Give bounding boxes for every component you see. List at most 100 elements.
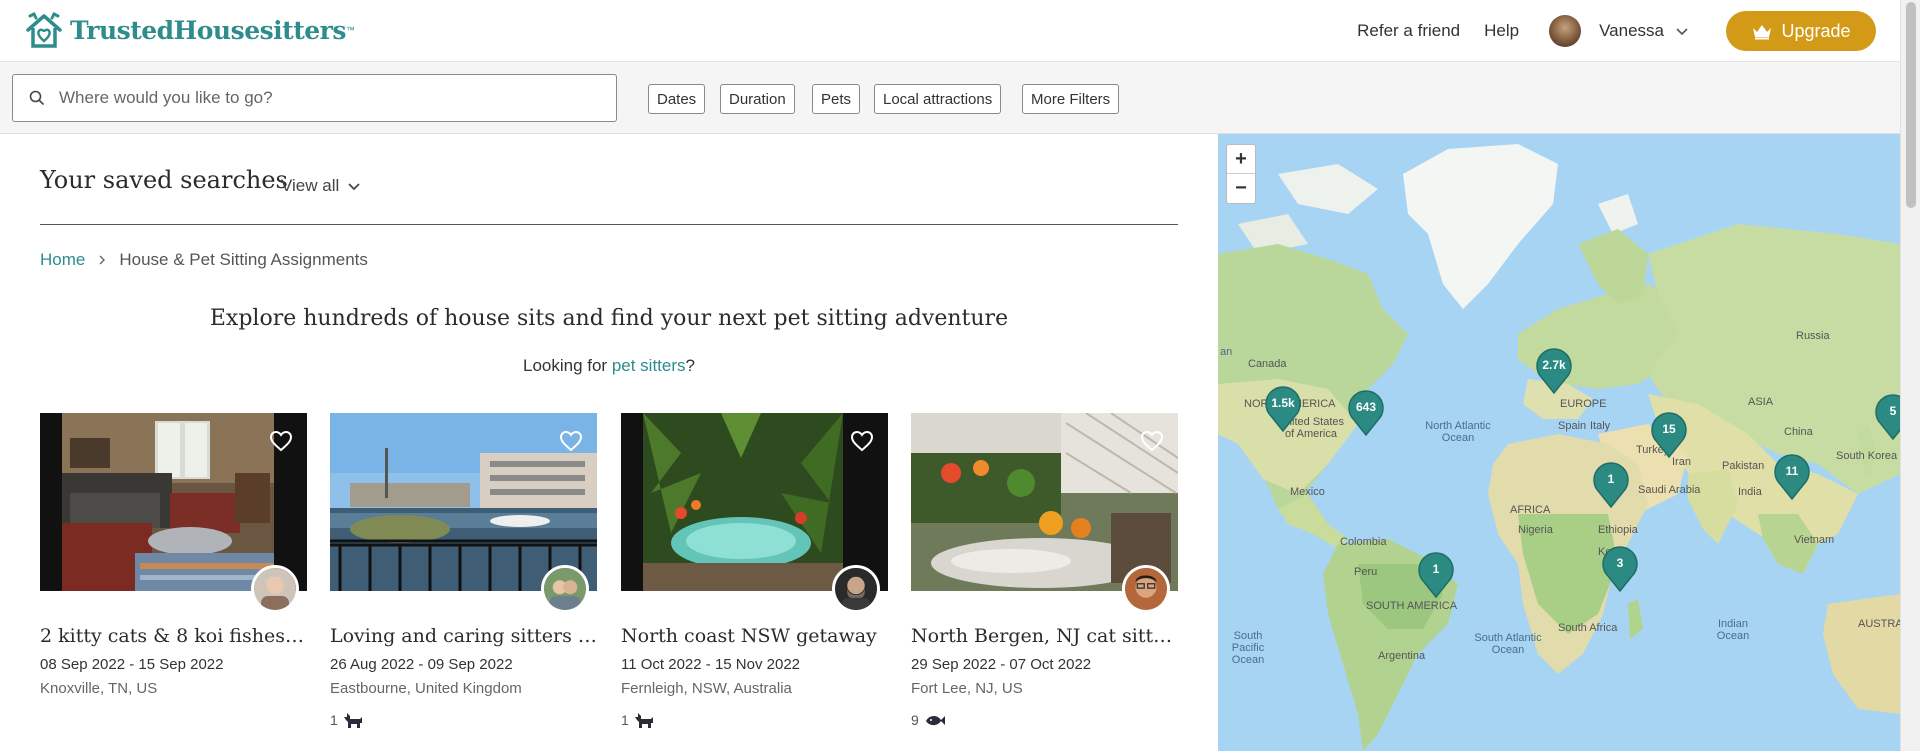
map-cluster-pin[interactable]: 1 xyxy=(1592,462,1630,509)
listing-card[interactable]: North Bergen, NJ cat sitter ... 29 Sep 2… xyxy=(911,412,1179,729)
listing-location: Fernleigh, NSW, Australia xyxy=(621,680,792,697)
view-all-button[interactable]: View all xyxy=(281,176,361,196)
pet-count: 1 xyxy=(621,711,888,729)
ocean-label: South Pacific Ocean xyxy=(1231,630,1265,666)
map-label: Mexico xyxy=(1290,486,1325,498)
cluster-count: 2.7k xyxy=(1542,358,1566,372)
cluster-count: 11 xyxy=(1785,464,1799,478)
map-cluster-pin[interactable]: 1 xyxy=(1417,552,1455,599)
view-all-label: View all xyxy=(281,176,340,195)
scrollbar-thumb[interactable] xyxy=(1906,2,1916,208)
pet-count: 9 xyxy=(911,711,1178,729)
listing-photo[interactable] xyxy=(330,413,597,613)
heart-icon[interactable] xyxy=(559,429,583,453)
heart-icon[interactable] xyxy=(1140,429,1164,453)
map-label: India xyxy=(1738,486,1762,498)
map-cluster-pin[interactable]: 1.5k xyxy=(1264,386,1302,433)
page-scrollbar[interactable] xyxy=(1900,0,1920,751)
refer-friend-link[interactable]: Refer a friend xyxy=(1357,21,1460,41)
listing-location: Knoxville, TN, US xyxy=(40,680,158,697)
filter-more[interactable]: More Filters xyxy=(1022,84,1120,114)
listing-dates: 08 Sep 2022 - 15 Sep 2022 xyxy=(40,656,224,673)
cluster-count: 1 xyxy=(1607,472,1615,486)
chevron-right-icon xyxy=(99,255,106,265)
map-label: AFRICA xyxy=(1510,504,1551,516)
map-cluster-pin[interactable]: 2.7k xyxy=(1535,348,1573,395)
filter-pets[interactable]: Pets xyxy=(812,84,861,114)
header-nav: Refer a friend Help Vanessa Upgrade xyxy=(1357,0,1900,62)
logo[interactable]: TrustedHousesitters ™ xyxy=(24,10,355,50)
upgrade-button[interactable]: Upgrade xyxy=(1726,11,1876,51)
listing-dates: 11 Oct 2022 - 15 Nov 2022 xyxy=(621,656,801,673)
map-label: Canada xyxy=(1248,358,1287,370)
pet-count-value: 1 xyxy=(621,712,629,728)
pet-sitters-link[interactable]: pet sitters xyxy=(612,356,686,375)
pet-count: 1 xyxy=(330,711,597,729)
fish-icon xyxy=(925,715,945,726)
map-cluster-pin[interactable]: 15 xyxy=(1650,412,1688,459)
pool-garden-photo xyxy=(621,413,888,591)
listing-card[interactable]: North coast NSW getaway 11 Oct 2022 - 15… xyxy=(621,413,888,729)
zoom-in-button[interactable]: + xyxy=(1227,145,1255,174)
map-label: South Korea xyxy=(1836,450,1898,462)
ocean-label: South Atlantic Ocean xyxy=(1474,632,1542,656)
filter-dates[interactable]: Dates xyxy=(648,84,706,114)
logo-text: TrustedHousesitters xyxy=(70,15,346,45)
cluster-count: 643 xyxy=(1355,400,1377,414)
looking-suffix: ? xyxy=(685,356,695,375)
host-avatar xyxy=(1122,565,1170,613)
help-link[interactable]: Help xyxy=(1484,21,1519,41)
page-headline: Explore hundreds of house sits and find … xyxy=(209,306,1009,331)
map-cluster-pin[interactable]: 5 xyxy=(1874,394,1900,441)
map-label: Vietnam xyxy=(1794,534,1835,546)
search-box[interactable] xyxy=(12,74,617,122)
map-label: Italy xyxy=(1590,420,1611,432)
listing-photo[interactable] xyxy=(621,413,888,613)
living-room-photo xyxy=(40,413,307,591)
filter-local-attractions[interactable]: Local attractions xyxy=(874,84,1002,114)
pet-count-value: 9 xyxy=(911,712,919,728)
host-avatar xyxy=(251,565,299,613)
map-label: Russia xyxy=(1796,330,1830,342)
map-label: Spain xyxy=(1558,420,1587,432)
heart-icon[interactable] xyxy=(269,429,293,453)
world-map xyxy=(1218,144,1900,751)
map-label: South Africa xyxy=(1558,622,1618,634)
map-label: Nigeria xyxy=(1518,524,1553,536)
map-cluster-pin[interactable]: 11 xyxy=(1773,454,1811,501)
listing-dates: 29 Sep 2022 - 07 Oct 2022 xyxy=(911,656,1092,673)
search-input[interactable] xyxy=(59,88,579,108)
listing-dates: 26 Aug 2022 - 09 Sep 2022 xyxy=(330,656,513,673)
dog-icon xyxy=(343,713,362,728)
map-cluster-pin[interactable]: 643 xyxy=(1347,390,1385,437)
cluster-count: 3 xyxy=(1616,556,1624,570)
flower-garden-photo xyxy=(911,412,1179,591)
cluster-count: 1.5k xyxy=(1271,396,1295,410)
listing-location: Fort Lee, NJ, US xyxy=(911,680,1023,697)
listing-photo[interactable] xyxy=(40,413,307,613)
map-panel[interactable]: + − Canada NORTH AMERICA United States o… xyxy=(1218,134,1900,751)
cluster-count: 5 xyxy=(1889,404,1897,418)
user-avatar[interactable] xyxy=(1549,15,1582,47)
listing-title[interactable]: North coast NSW getaway xyxy=(621,625,888,647)
breadcrumb: Home House & Pet Sitting Assignments xyxy=(40,250,368,270)
listing-card[interactable]: 2 kitty cats & 8 koi fishes to... 08 Sep… xyxy=(40,413,307,697)
filter-duration[interactable]: Duration xyxy=(720,84,795,114)
listing-title[interactable]: 2 kitty cats & 8 koi fishes to... xyxy=(40,625,307,647)
breadcrumb-home[interactable]: Home xyxy=(40,250,85,270)
host-avatar xyxy=(832,565,880,613)
listing-card[interactable]: Loving and caring sitters r... 26 Aug 20… xyxy=(330,413,597,729)
chevron-down-icon[interactable] xyxy=(1674,23,1690,39)
map-label: Argentina xyxy=(1378,650,1426,662)
user-name[interactable]: Vanessa xyxy=(1599,21,1664,41)
cluster-count: 1 xyxy=(1432,562,1440,576)
heart-icon[interactable] xyxy=(850,429,874,453)
ocean-label: Indian Ocean xyxy=(1716,618,1750,642)
zoom-out-button[interactable]: − xyxy=(1227,174,1255,203)
map-cluster-pin[interactable]: 3 xyxy=(1601,546,1639,593)
map-label: AUSTRAL xyxy=(1858,618,1900,630)
map-label: Peru xyxy=(1354,566,1378,578)
listing-photo[interactable] xyxy=(911,412,1179,613)
listing-title[interactable]: North Bergen, NJ cat sitter ... xyxy=(911,625,1178,647)
listing-title[interactable]: Loving and caring sitters r... xyxy=(330,625,597,647)
